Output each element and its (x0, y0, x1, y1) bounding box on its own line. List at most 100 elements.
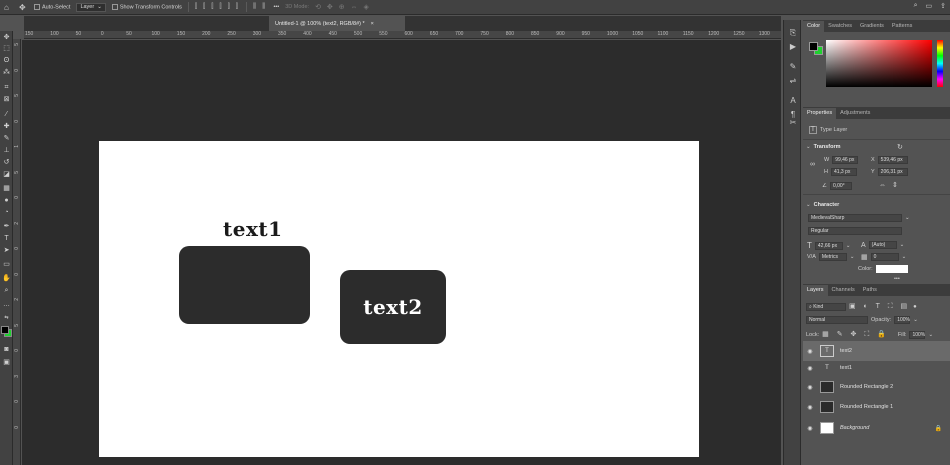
font-style-dropdown[interactable]: Regular (808, 227, 902, 235)
visibility-eye-icon[interactable]: ◉ (803, 384, 817, 391)
quick-mask-icon[interactable]: ◙ (2, 345, 11, 354)
healing-brush-tool-icon[interactable]: ✚ (2, 122, 11, 131)
path-selection-tool-icon[interactable]: ➤ (2, 246, 11, 255)
tab-color[interactable]: Color (803, 21, 825, 32)
visibility-eye-icon[interactable]: ◉ (803, 348, 817, 355)
blur-tool-icon[interactable]: ● (2, 196, 11, 205)
brush-tool-icon[interactable]: ✎ (2, 134, 11, 143)
transform-controls-option[interactable]: Show Transform Controls (111, 3, 182, 10)
move-tool-icon[interactable]: ✥ (19, 3, 28, 12)
align-buttons[interactable]: ⫿ ⫿ ⫿ ⫿ ⫿ ⫿ (195, 3, 240, 11)
brush-settings-icon[interactable]: ✎ (788, 62, 798, 72)
document-tab[interactable]: Untitled-1 @ 100% (text2, RGB/8#) * × (269, 16, 405, 31)
font-size-field[interactable]: 42,66 px (814, 241, 843, 250)
width-field[interactable]: 99,46 px (832, 156, 859, 164)
tab-layers[interactable]: Layers (803, 285, 828, 296)
auto-select-target-dropdown[interactable]: Layer ⌄ (76, 2, 106, 12)
history-icon[interactable]: ⎘ (788, 28, 798, 38)
tab-channels[interactable]: Channels (828, 285, 859, 296)
blend-mode-dropdown[interactable]: Normal (806, 316, 868, 324)
kind-filter-dropdown[interactable]: ⌕ Kind (806, 302, 846, 311)
tab-adjustments[interactable]: Adjustments (836, 108, 874, 119)
rectangle-tool-icon[interactable]: ▭ (2, 260, 11, 269)
eyedropper-tool-icon[interactable]: ⁄ (2, 110, 11, 119)
color-field[interactable] (826, 40, 932, 87)
more-character-options[interactable]: ••• (894, 276, 900, 282)
layer-name[interactable]: Rounded Rectangle 2 (840, 384, 893, 390)
foreground-color-swatch[interactable] (809, 42, 818, 51)
link-icon[interactable]: ∞ (810, 161, 815, 168)
screen-mode-icon[interactable]: ▣ (2, 358, 11, 367)
fill-field[interactable]: 100% (909, 330, 926, 339)
auto-select-checkbox[interactable] (34, 3, 40, 10)
magic-wand-tool-icon[interactable]: ⁂ (2, 68, 11, 77)
tool-presets-icon[interactable]: ✂ (788, 118, 798, 128)
marquee-tool-icon[interactable]: ⬚ (2, 44, 11, 53)
tab-properties[interactable]: Properties (803, 108, 837, 119)
type-tool-icon[interactable]: T (2, 234, 11, 243)
vertical-ruler[interactable]: 5 0 5 0 1 5 0 2 0 0 2 5 0 3 0 0 (13, 39, 21, 465)
search-icon[interactable]: ⌕ (914, 2, 918, 10)
actions-play-icon[interactable]: ▶ (788, 42, 798, 52)
close-icon[interactable]: × (371, 21, 374, 27)
character-section-header[interactable]: ⌄ Character (806, 202, 839, 208)
lock-icons[interactable]: ▦ ✎ ✥ ⛶ 🔒 (822, 330, 889, 339)
share-icon[interactable]: ⇪ (940, 2, 946, 10)
gradient-tool-icon[interactable]: ▦ (2, 184, 11, 193)
rounded-rectangle-1[interactable] (179, 246, 310, 324)
tab-patterns[interactable]: Patterns (888, 21, 916, 32)
hand-tool-icon[interactable]: ✋ (2, 274, 11, 283)
angle-field[interactable]: 0,00° (829, 182, 852, 190)
clone-stamp-tool-icon[interactable]: ⊥ (2, 146, 11, 155)
dodge-tool-icon[interactable]: ◔ (2, 208, 11, 217)
adjustments-icon[interactable]: ⇌ (788, 76, 798, 86)
horizontal-ruler[interactable]: 150 100 50 0 50 100 150 200 250 300 350 400 450 500 55… (24, 31, 781, 39)
eraser-tool-icon[interactable]: ◪ (2, 170, 11, 179)
layer-name[interactable]: Background (840, 425, 869, 431)
layer-row-text1[interactable]: ◉ T text1 (803, 358, 950, 378)
layer-name[interactable]: Rounded Rectangle 1 (840, 404, 893, 410)
hue-slider[interactable] (937, 40, 943, 87)
tab-swatches[interactable]: Swatches (824, 21, 856, 32)
layer-row-rounded-rectangle-2[interactable]: ◉ Rounded Rectangle 2 (803, 377, 950, 397)
distribute-buttons[interactable]: ⫼ ⫼ (253, 3, 267, 11)
foreground-color-swatch[interactable] (1, 326, 9, 334)
text1-layer-content[interactable]: text1 (223, 217, 283, 241)
text-color-swatch[interactable] (875, 265, 908, 273)
more-tools-icon[interactable]: … (2, 300, 11, 309)
filter-toggle-icon[interactable]: ● (913, 304, 917, 310)
tab-gradients[interactable]: Gradients (856, 21, 888, 32)
move-tool-icon[interactable]: ✥ (2, 33, 11, 42)
frame-tool-icon[interactable]: ⊠ (2, 95, 11, 104)
font-family-dropdown[interactable]: MedievalSharp ⌄ (808, 214, 910, 222)
flip-icons[interactable]: ⇔ ⇕ (879, 181, 900, 189)
visibility-eye-icon[interactable]: ◉ (803, 425, 817, 432)
auto-select-option[interactable]: Auto-Select (34, 3, 70, 10)
tab-paths[interactable]: Paths (859, 285, 881, 296)
workspace-icon[interactable]: ▭ (926, 2, 933, 10)
visibility-eye-icon[interactable]: ◉ (803, 365, 817, 372)
layer-name[interactable]: text2 (840, 348, 852, 354)
zoom-tool-icon[interactable]: ⌕ (2, 286, 11, 295)
text2-layer-content[interactable]: text2 (363, 295, 423, 319)
character-icon[interactable]: A (788, 96, 798, 106)
document-canvas[interactable]: text1 text2 (99, 141, 699, 457)
lock-icon[interactable]: 🔒 (935, 425, 942, 432)
kerning-field[interactable]: Metrics (818, 253, 847, 261)
tracking-field[interactable]: 0 (870, 253, 899, 261)
more-options-button[interactable]: ••• (273, 4, 279, 10)
y-field[interactable]: 206,31 px (877, 168, 908, 176)
height-field[interactable]: 41,3 px (830, 168, 857, 176)
x-field[interactable]: 539,46 px (877, 156, 908, 164)
layer-name[interactable]: text1 (840, 365, 852, 371)
transform-controls-checkbox[interactable] (111, 3, 118, 10)
pen-tool-icon[interactable]: ✒ (2, 222, 11, 231)
color-swatches[interactable] (1, 326, 13, 338)
transform-section-header[interactable]: ⌄ Transform (806, 144, 841, 150)
lasso-tool-icon[interactable]: ʘ (2, 56, 11, 65)
swap-colors-icon[interactable]: ⇆ (2, 314, 11, 323)
reset-transform-icon[interactable]: ↻ (897, 143, 903, 151)
visibility-eye-icon[interactable]: ◉ (803, 404, 817, 411)
opacity-field[interactable]: 100% (894, 316, 911, 324)
leading-field[interactable]: (Auto) (868, 241, 897, 249)
